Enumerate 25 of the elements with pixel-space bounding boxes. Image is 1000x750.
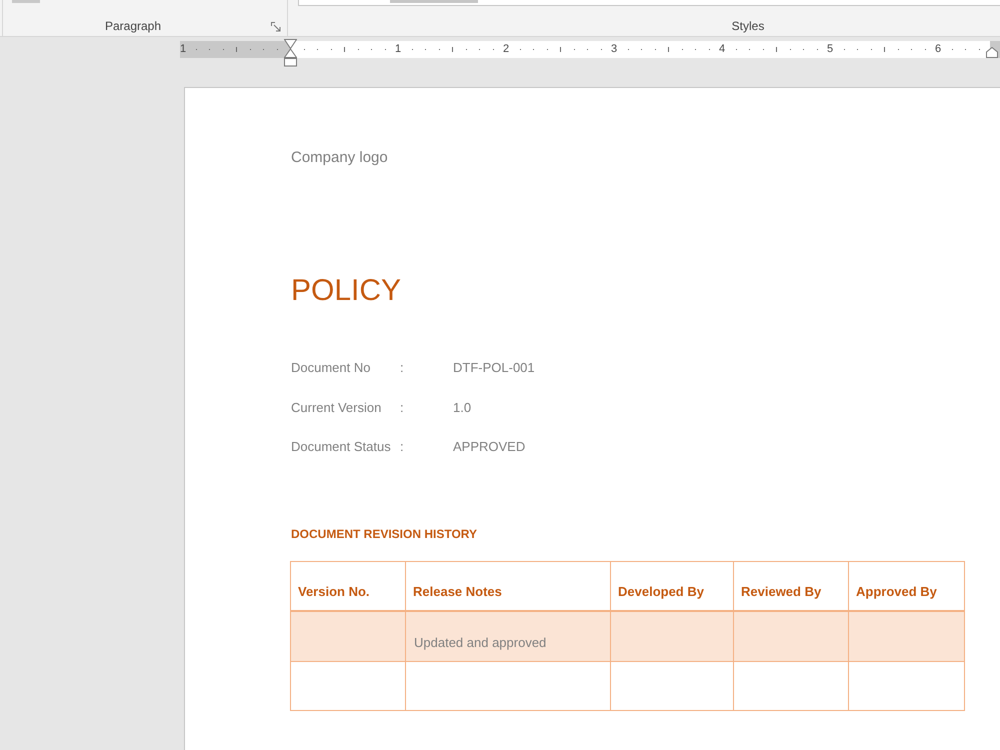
ruler-number: 5 [826, 42, 834, 57]
dialog-launcher-icon[interactable] [271, 22, 281, 32]
right-indent-marker-icon[interactable] [986, 47, 998, 58]
ruler-number: 1 [394, 42, 402, 57]
ruler-number: 3 [610, 42, 618, 57]
field-value: 1.0 [453, 398, 472, 416]
field-separator: : [400, 438, 405, 456]
field-label: Document Status [291, 438, 392, 456]
table-cell: Updated and approved [406, 610, 610, 662]
group-label: Paragraph [104, 18, 162, 35]
field-value: DTF-POL-001 [453, 359, 535, 377]
field-label: Current Version [291, 398, 382, 416]
section-heading: DOCUMENT REVISION HISTORY [291, 526, 478, 542]
group-label: Styles [730, 18, 766, 35]
field-value: APPROVED [453, 438, 526, 456]
ruler-number: 1 [180, 42, 186, 57]
ruler-number: 6 [934, 42, 942, 57]
field-label: Document No [291, 359, 372, 377]
logo-placeholder-text: Company logo [291, 148, 388, 168]
field-separator: : [400, 398, 405, 416]
ruler-number: 2 [502, 42, 510, 57]
indent-marker-icon[interactable] [284, 39, 297, 67]
ruler-number: 4 [718, 42, 726, 57]
field-separator: : [400, 359, 405, 377]
document-title: POLICY [291, 273, 402, 309]
